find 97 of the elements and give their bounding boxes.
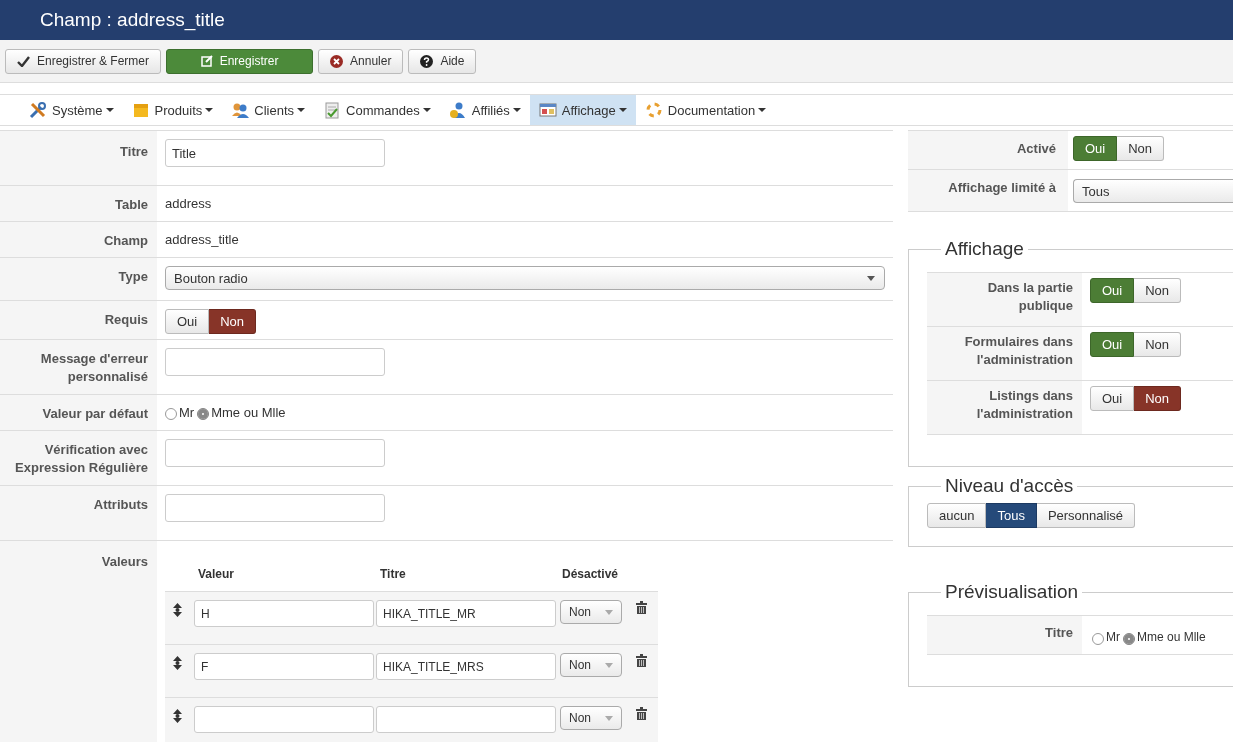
- input-field[interactable]: Title: [165, 139, 385, 167]
- trash-icon[interactable]: [636, 707, 647, 720]
- radio-label: Mme ou Mlle: [1137, 630, 1206, 644]
- title-input[interactable]: HIKA_TITLE_MR: [376, 600, 556, 627]
- toggle-option[interactable]: Oui: [1073, 136, 1118, 161]
- toggle-option[interactable]: Oui: [1090, 332, 1135, 357]
- column-header: Désactivé: [562, 567, 619, 581]
- menu-item[interactable]: Affiliés: [439, 95, 530, 125]
- column-header: Titre: [380, 567, 407, 581]
- field-label: Titre: [1045, 625, 1073, 640]
- menu-item[interactable]: Commandes: [314, 95, 440, 125]
- menu-item[interactable]: Clients: [222, 95, 315, 125]
- sort-handle-icon[interactable]: [173, 656, 182, 670]
- radio-button[interactable]: [1092, 632, 1104, 645]
- trash-icon[interactable]: [636, 601, 647, 614]
- field-label: Titre: [120, 144, 148, 159]
- trash-icon[interactable]: [636, 654, 647, 667]
- field-label: Valeurs: [101, 554, 148, 569]
- caret-icon: [105, 108, 114, 112]
- caret-icon: [605, 716, 613, 721]
- toggle-option[interactable]: Non: [209, 309, 257, 334]
- caret-icon: [618, 108, 627, 112]
- section-title: Niveau d'accès: [945, 475, 1074, 496]
- field-label: Formulaires dans l'administration: [964, 334, 1073, 367]
- lifebuoy-icon: [644, 101, 663, 119]
- value-input[interactable]: H: [194, 600, 374, 627]
- caret-icon: [605, 610, 613, 615]
- caret-icon: [867, 276, 875, 281]
- caret-icon: [422, 108, 431, 112]
- users-icon: [231, 101, 250, 119]
- box-icon: [131, 101, 150, 119]
- check-icon: [17, 55, 30, 67]
- sort-handle-icon[interactable]: [173, 603, 182, 617]
- radio-label: Mr: [179, 405, 195, 420]
- access-option[interactable]: aucun: [927, 503, 987, 528]
- tools-icon: [29, 101, 47, 119]
- title-input[interactable]: [376, 706, 556, 733]
- toggle-option[interactable]: Non: [1134, 386, 1182, 411]
- toggle-option[interactable]: Non: [1117, 136, 1165, 161]
- field-label: Message d'erreur personnalisé: [40, 351, 148, 384]
- radio-button[interactable]: [165, 408, 177, 420]
- column-header: Valeur: [198, 567, 236, 581]
- toggle-option[interactable]: Oui: [1090, 386, 1135, 411]
- page-title: Champ : address_title: [40, 9, 225, 31]
- close-icon: [330, 54, 344, 68]
- section-title: Affichage: [945, 238, 1024, 259]
- cancel-button[interactable]: Annuler: [318, 48, 404, 74]
- field-value: address_title: [165, 232, 239, 247]
- edit-icon: [200, 55, 213, 67]
- menu-item[interactable]: Affichage: [529, 95, 636, 125]
- toggle-option[interactable]: Non: [1134, 278, 1182, 303]
- radio-label: Mr: [1106, 630, 1120, 644]
- caret-icon: [758, 108, 767, 112]
- field-label: Table: [115, 197, 148, 212]
- toggle-option[interactable]: Oui: [1090, 278, 1135, 303]
- help-icon: [420, 54, 434, 68]
- input-field[interactable]: [165, 439, 385, 467]
- save-close-button[interactable]: Enregistrer & Fermer: [5, 48, 162, 74]
- field-label: Type: [118, 269, 148, 284]
- title-input[interactable]: HIKA_TITLE_MRS: [376, 653, 556, 680]
- field-label: Attributs: [93, 497, 148, 512]
- users-icon: [448, 101, 467, 119]
- access-option[interactable]: Tous: [986, 503, 1037, 528]
- field-label: Activé: [1016, 141, 1056, 156]
- caret-icon: [605, 663, 613, 668]
- field-label: Champ: [103, 233, 148, 248]
- section-title: Prévisualisation: [945, 581, 1079, 602]
- caret-icon: [297, 108, 306, 112]
- type-dropdown[interactable]: Bouton radio: [165, 266, 885, 290]
- input-field[interactable]: [165, 348, 385, 376]
- menu-item[interactable]: Système: [20, 95, 123, 125]
- sort-handle-icon[interactable]: [173, 709, 182, 723]
- caret-icon: [205, 108, 214, 112]
- field-label: Valeur par défaut: [42, 406, 148, 421]
- field-label: Listings dans l'administration: [976, 388, 1073, 421]
- menu-item[interactable]: Produits: [122, 95, 223, 125]
- caret-icon: [512, 108, 521, 112]
- menu-item[interactable]: Documentation: [635, 95, 776, 125]
- field-label: Requis: [104, 312, 148, 327]
- value-input[interactable]: F: [194, 653, 374, 680]
- display-dropdown[interactable]: Tous: [1073, 179, 1233, 203]
- input-field[interactable]: [165, 494, 385, 522]
- field-label: Dans la partie publique: [987, 280, 1073, 313]
- access-option[interactable]: Personnalisé: [1036, 503, 1136, 528]
- toggle-option[interactable]: Oui: [165, 309, 210, 334]
- radio-label: Mme ou Mlle: [211, 405, 286, 420]
- field-value: address: [165, 196, 212, 211]
- radio-button[interactable]: [197, 408, 210, 420]
- save-button[interactable]: Enregistrer: [166, 48, 314, 74]
- window-icon: [538, 101, 557, 119]
- clipboard-icon: [323, 101, 342, 119]
- radio-button[interactable]: [1123, 632, 1135, 645]
- field-label: Vérification avec Expression Régulière: [15, 442, 148, 475]
- value-input[interactable]: [194, 706, 374, 733]
- toggle-option[interactable]: Non: [1134, 332, 1182, 357]
- help-button[interactable]: Aide: [408, 48, 477, 74]
- field-label: Affichage limité à: [948, 180, 1056, 195]
